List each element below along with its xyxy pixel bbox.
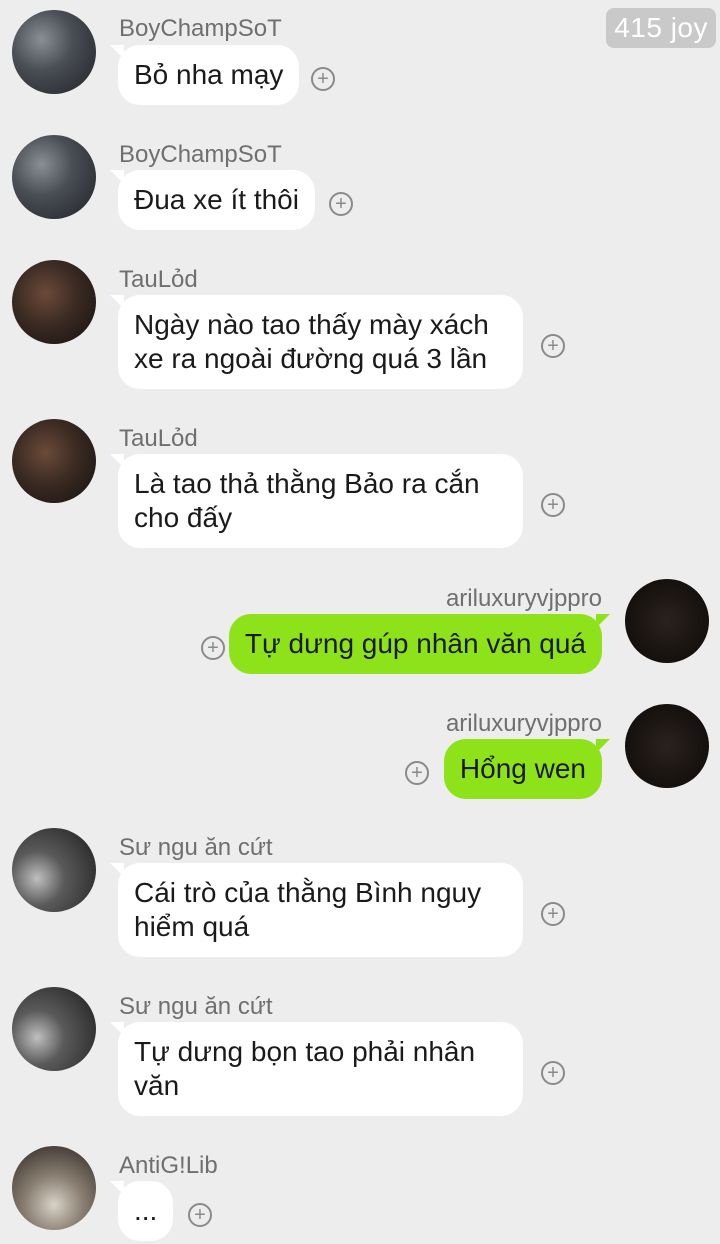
sender-avatar[interactable]	[625, 579, 709, 663]
plus-circle-icon[interactable]: +	[541, 902, 565, 926]
sender-avatar[interactable]	[12, 135, 96, 219]
message-bubble[interactable]: Là tao thả thằng Bảo ra cắn cho đấy	[110, 454, 523, 548]
sender-avatar[interactable]	[12, 260, 96, 344]
sender-avatar[interactable]	[12, 828, 96, 912]
sender-avatar[interactable]	[12, 10, 96, 94]
message-bubble[interactable]: ...	[109, 1181, 174, 1241]
message-bubble[interactable]: Đua xe ít thôi	[110, 170, 315, 230]
message-bubble[interactable]: Tự dưng gúp nhân văn quá	[228, 614, 611, 674]
message-bubble[interactable]: Hổng wen	[443, 739, 611, 799]
message-bubble[interactable]: Cái trò của thằng Bình nguy hiểm quá	[110, 863, 523, 957]
plus-circle-icon[interactable]: +	[201, 636, 225, 660]
sender-name: Sư ngu ăn cứt	[119, 993, 273, 1020]
sender-name: BoyChampSoT	[119, 141, 282, 168]
sender-avatar[interactable]	[12, 1146, 96, 1230]
plus-circle-icon[interactable]: +	[541, 1061, 565, 1085]
message-bubble[interactable]: Tự dưng bọn tao phải nhân văn	[110, 1022, 523, 1116]
message-bubble[interactable]: Bỏ nha mạy	[109, 45, 300, 105]
sender-name: ariluxuryvjppro	[445, 710, 602, 737]
joy-count-badge: 415 joy	[606, 8, 716, 48]
plus-circle-icon[interactable]: +	[541, 493, 565, 517]
sender-name: TauLỏd	[119, 266, 198, 293]
plus-circle-icon[interactable]: +	[188, 1203, 212, 1227]
plus-circle-icon[interactable]: +	[405, 761, 429, 785]
plus-circle-icon[interactable]: +	[329, 192, 353, 216]
sender-avatar[interactable]	[12, 419, 96, 503]
sender-name: Sư ngu ăn cứt	[119, 834, 273, 861]
plus-circle-icon[interactable]: +	[541, 334, 565, 358]
plus-circle-icon[interactable]: +	[311, 67, 335, 91]
sender-name: BoyChampSoT	[119, 15, 282, 42]
sender-name: ariluxuryvjppro	[445, 585, 602, 612]
sender-avatar[interactable]	[625, 704, 709, 788]
sender-name: TauLỏd	[119, 425, 198, 452]
sender-name: AntiG!Lib	[119, 1152, 218, 1179]
message-bubble[interactable]: Ngày nào tao thấy mày xách xe ra ngoài đ…	[110, 295, 523, 389]
sender-avatar[interactable]	[12, 987, 96, 1071]
